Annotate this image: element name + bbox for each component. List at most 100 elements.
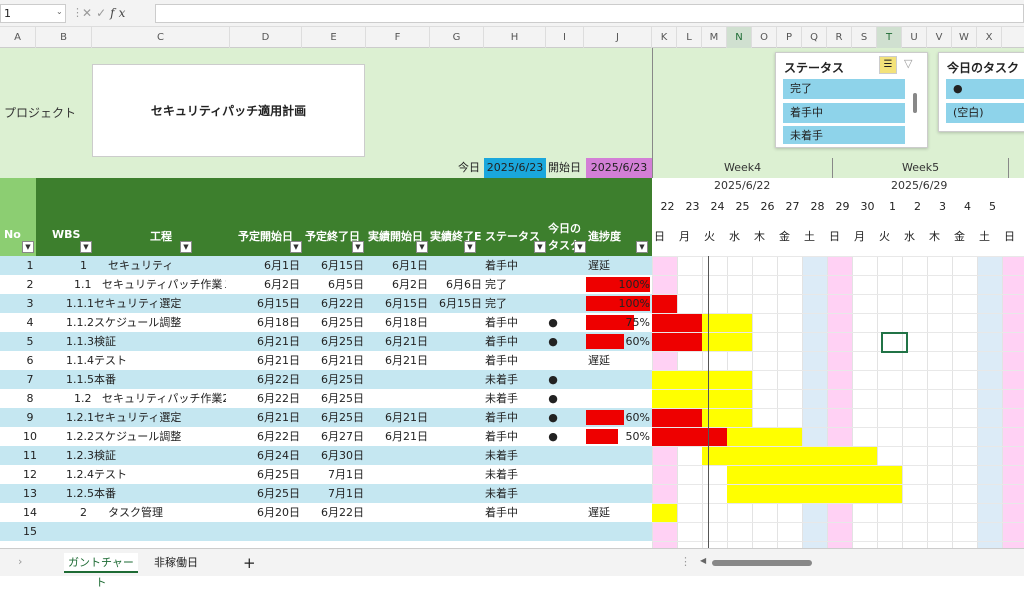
column-header[interactable]: W — [952, 27, 977, 48]
column-header[interactable]: Q — [802, 27, 827, 48]
table-row[interactable]: 4 1.1.2 スケジュール調整 6月18日 6月25日 6月18日 着手中 ● 75% — [0, 313, 1024, 332]
status-slicer[interactable]: ステータス ☰ ▽ 完了 着手中 未着手 — [775, 52, 928, 148]
table-row[interactable]: 14 2 タスク管理 6月20日 6月22日 着手中 遅延 — [0, 503, 1024, 522]
slicer-item[interactable]: 未着手 — [783, 126, 905, 144]
column-header[interactable]: G — [430, 27, 484, 48]
column-header[interactable]: R — [827, 27, 852, 48]
gantt-bar — [727, 466, 902, 484]
grid-line — [777, 256, 778, 548]
cancel-icon[interactable]: ✕ — [82, 6, 96, 20]
slicer-item[interactable]: (空白) — [946, 103, 1024, 123]
more-icon[interactable]: ⋮ — [680, 555, 691, 568]
column-header[interactable]: U — [902, 27, 927, 48]
table-row[interactable]: 2 1.1 セキュリティパッチ作業１ 6月2日 6月5日 6月2日 6月6日 完了 100% — [0, 275, 1024, 294]
slicer-item[interactable]: ● — [946, 79, 1024, 99]
table-row[interactable]: 5 1.1.3 検証 6月21日 6月25日 6月21日 着手中 ● 60% — [0, 332, 1024, 351]
header-actual-start: 実績開始日 — [368, 230, 423, 243]
filter-dropdown-icon[interactable]: ▼ — [574, 241, 586, 253]
selected-cell[interactable] — [881, 332, 908, 353]
today-marker: ● — [548, 430, 558, 443]
filter-dropdown-icon[interactable]: ▼ — [416, 241, 428, 253]
start-value[interactable]: 2025/6/23 — [586, 158, 652, 178]
header-plan-start: 予定開始日 — [238, 230, 293, 243]
column-header[interactable]: T — [877, 27, 902, 48]
project-label: プロジェクト — [4, 106, 77, 120]
table-row[interactable]: 8 1.2 セキュリティパッチ作業2 6月22日 6月25日 未着手 ● — [0, 389, 1024, 408]
actual-start: 6月15日 — [385, 297, 428, 310]
slicer-scrollbar[interactable] — [913, 93, 917, 113]
table-row[interactable]: 7 1.1.5 本番 6月22日 6月25日 未着手 ● — [0, 370, 1024, 389]
column-header[interactable]: K — [652, 27, 677, 48]
progress-text — [588, 465, 648, 484]
add-sheet-button[interactable]: + — [243, 553, 256, 573]
gantt-bar — [652, 409, 702, 427]
table-row[interactable]: 1 1 セキュリティ 6月1日 6月15日 6月1日 着手中 遅延 — [0, 256, 1024, 275]
table-row[interactable]: 15 — [0, 522, 1024, 541]
week-start-date: 2025/6/22 — [714, 179, 771, 192]
progress-percent: 60% — [625, 335, 650, 348]
task-name: 検証 — [94, 449, 116, 462]
column-header[interactable]: C — [92, 27, 230, 48]
filter-dropdown-icon[interactable]: ▼ — [464, 241, 476, 253]
column-header[interactable]: E — [302, 27, 366, 48]
column-header[interactable]: V — [927, 27, 952, 48]
grid-line — [752, 256, 753, 548]
column-header[interactable]: O — [752, 27, 777, 48]
column-header[interactable]: J — [584, 27, 652, 48]
chevron-right-icon[interactable]: › — [18, 555, 22, 568]
filter-dropdown-icon[interactable]: ▼ — [180, 241, 192, 253]
name-box-dropdown-icon[interactable]: ⌄ — [56, 7, 63, 16]
column-header[interactable]: I — [546, 27, 584, 48]
column-header[interactable]: D — [230, 27, 302, 48]
table-row[interactable]: 9 1.2.1 セキュリティ選定 6月21日 6月25日 6月21日 着手中 ● 60% — [0, 408, 1024, 427]
filter-dropdown-icon[interactable]: ▼ — [352, 241, 364, 253]
column-header[interactable]: L — [677, 27, 702, 48]
today-marker — [546, 351, 560, 370]
plan-end — [300, 522, 364, 541]
task-name: 検証 — [94, 335, 116, 348]
column-header[interactable]: F — [366, 27, 430, 48]
column-header[interactable]: S — [852, 27, 877, 48]
today-marker — [546, 465, 560, 484]
actual-start: 6月21日 — [385, 354, 428, 367]
column-header[interactable]: H — [484, 27, 546, 48]
scroll-left-icon[interactable]: ◀ — [700, 556, 706, 565]
today-task-slicer[interactable]: 今日のタスク ● (空白) — [938, 52, 1024, 132]
tab-gantt-chart[interactable]: ガントチャート — [64, 553, 138, 589]
column-header[interactable]: P — [777, 27, 802, 48]
confirm-icon[interactable]: ✓ — [96, 6, 110, 20]
filter-dropdown-icon[interactable]: ▼ — [290, 241, 302, 253]
column-header[interactable]: B — [36, 27, 92, 48]
filter-dropdown-icon[interactable]: ▼ — [22, 241, 34, 253]
filter-dropdown-icon[interactable]: ▼ — [80, 241, 92, 253]
fx-icon[interactable]: fx — [110, 6, 129, 20]
tab-non-working-days[interactable]: 非稼働日 — [154, 553, 198, 573]
today-value[interactable]: 2025/6/23 — [484, 158, 546, 178]
filter-dropdown-icon[interactable]: ▼ — [534, 241, 546, 253]
table-row[interactable]: 10 1.2.2 スケジュール調整 6月22日 6月27日 6月21日 着手中 ● 50% — [0, 427, 1024, 446]
weekday-label: 月 — [854, 230, 865, 243]
formula-input[interactable] — [155, 4, 1024, 23]
project-name[interactable]: セキュリティパッチ適用計画 — [92, 64, 365, 157]
slicer-item[interactable]: 着手中 — [783, 103, 905, 123]
horizontal-scrollbar[interactable] — [712, 560, 812, 566]
progress-percent: 50% — [625, 430, 650, 443]
table-row[interactable]: 3 1.1.1 セキュリティ選定 6月15日 6月22日 6月15日 6月15日 完了 100% — [0, 294, 1024, 313]
today-slicer-title: 今日のタスク — [947, 61, 1020, 75]
clear-filter-icon[interactable]: ▽ — [904, 57, 912, 70]
status-value: 未着手 — [485, 373, 518, 386]
multi-select-icon[interactable]: ☰ — [879, 56, 897, 74]
column-header[interactable]: A — [0, 27, 36, 48]
slicer-item[interactable]: 完了 — [783, 79, 905, 99]
progress-text — [588, 446, 648, 465]
weekend-column — [1002, 256, 1024, 548]
plan-start: 6月21日 — [257, 411, 300, 424]
wbs-code: 2 — [80, 506, 87, 519]
formula-buttons: ✕✓fx — [82, 4, 152, 23]
column-header[interactable]: X — [977, 27, 1002, 48]
row-number: 11 — [23, 449, 37, 462]
table-row[interactable]: 6 1.1.4 テスト 6月21日 6月21日 6月21日 着手中 遅延 — [0, 351, 1024, 370]
column-header[interactable]: N — [727, 27, 752, 48]
column-header[interactable]: M — [702, 27, 727, 48]
plan-start: 6月20日 — [257, 506, 300, 519]
